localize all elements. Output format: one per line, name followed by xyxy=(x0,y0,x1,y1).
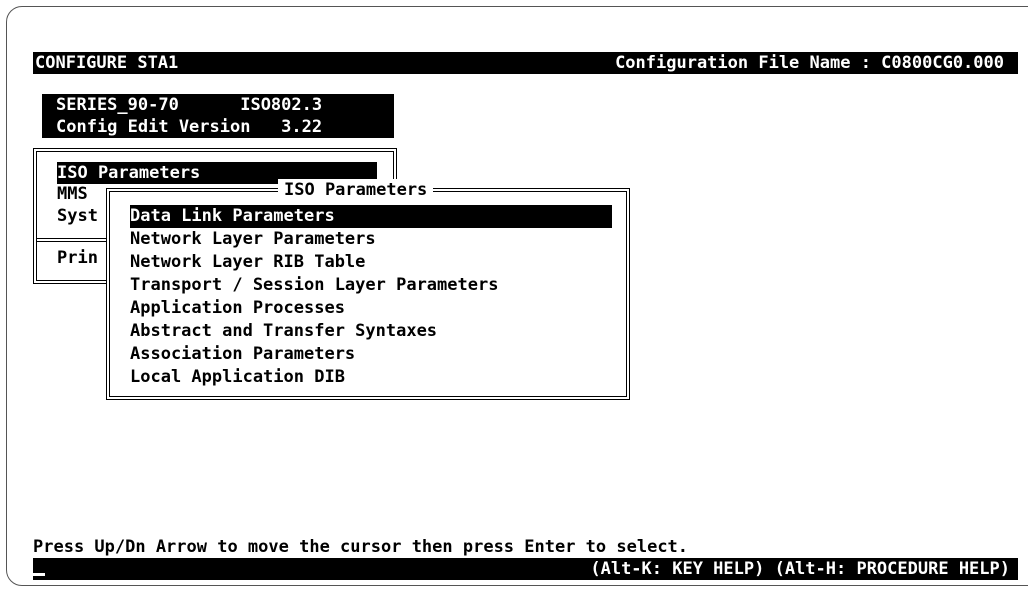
version-info-box: SERIES_90-70 ISO802.3 Config Edit Versio… xyxy=(42,94,394,138)
config-file-name: Configuration File Name : C0800CG0.000 xyxy=(615,53,1004,73)
menu-item-mms[interactable]: MMS xyxy=(57,183,88,205)
submenu-item-application-processes[interactable]: Application Processes xyxy=(130,297,345,320)
text-cursor xyxy=(33,573,45,576)
submenu-item-syntaxes[interactable]: Abstract and Transfer Syntaxes xyxy=(130,320,437,343)
instruction-text: Press Up/Dn Arrow to move the cursor the… xyxy=(33,537,689,557)
submenu-item-transport-session[interactable]: Transport / Session Layer Parameters xyxy=(130,274,498,297)
config-edit-version: Config Edit Version 3.22 xyxy=(56,117,323,137)
menu-item-system[interactable]: Syst xyxy=(57,205,98,227)
submenu-item-network-layer[interactable]: Network Layer Parameters xyxy=(130,228,376,251)
submenu-item-local-dib[interactable]: Local Application DIB xyxy=(130,366,345,389)
help-hints: (Alt-K: KEY HELP) (Alt-H: PROCEDURE HELP… xyxy=(590,559,1010,579)
title-bar: CONFIGURE STA1 Configuration File Name :… xyxy=(33,52,1018,74)
screen-title: CONFIGURE STA1 xyxy=(35,53,179,73)
menu-item-print[interactable]: Prin xyxy=(57,247,98,269)
help-bar: (Alt-K: KEY HELP) (Alt-H: PROCEDURE HELP… xyxy=(33,558,1018,580)
iso-parameters-submenu: ISO Parameters Data Link Parameters Netw… xyxy=(106,179,630,400)
submenu-item-association[interactable]: Association Parameters xyxy=(130,343,355,366)
submenu-title: ISO Parameters xyxy=(278,179,434,201)
series-info: SERIES_90-70 ISO802.3 xyxy=(56,95,323,115)
submenu-item-network-rib-table[interactable]: Network Layer RIB Table xyxy=(130,251,365,274)
submenu-item-data-link[interactable]: Data Link Parameters xyxy=(130,205,612,228)
